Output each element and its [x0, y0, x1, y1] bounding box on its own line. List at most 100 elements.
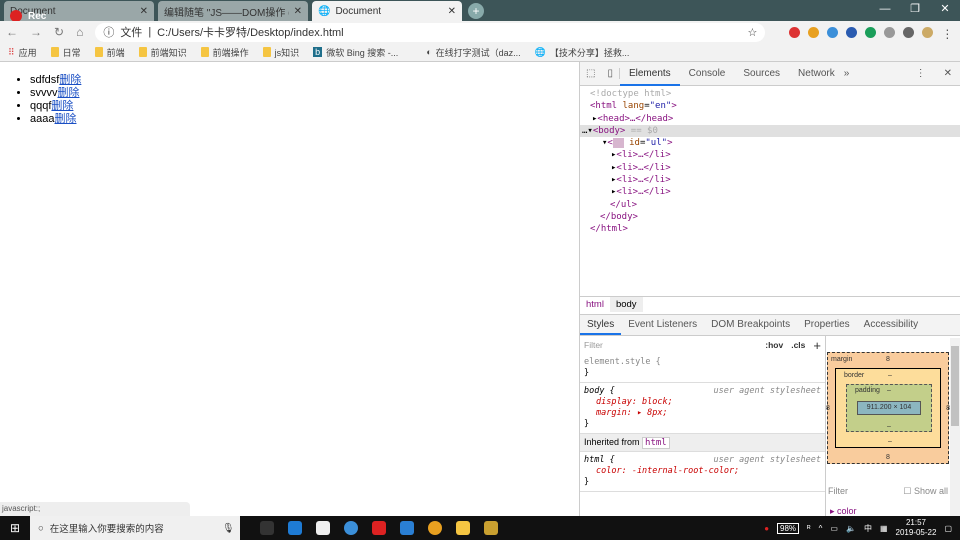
extension-icon[interactable] — [884, 26, 896, 38]
delete-link[interactable]: 删除 — [54, 113, 76, 125]
tab-dom-breakpoints[interactable]: DOM Breakpoints — [704, 315, 797, 335]
task-view-icon[interactable] — [260, 521, 274, 535]
dom-node[interactable]: </ul> — [580, 199, 960, 211]
tab-sources[interactable]: Sources — [734, 62, 789, 86]
bookmark-article[interactable]: 🌐 【技术分享】拯救... — [535, 46, 630, 59]
bookmark-apps[interactable]: ⠿ 应用 — [8, 46, 37, 59]
bookmark-folder[interactable]: 前端知识 — [138, 46, 187, 59]
tab-styles[interactable]: Styles — [580, 315, 622, 335]
edge-icon[interactable] — [288, 521, 302, 535]
tab-elements[interactable]: Elements — [619, 62, 680, 86]
extension-icon[interactable] — [865, 26, 877, 38]
tab-properties[interactable]: Properties — [797, 315, 857, 335]
tab-network[interactable]: Network — [789, 62, 844, 86]
extensions: ⋮ — [789, 26, 953, 41]
taskbar-search[interactable]: ○ 在这里输入你要搜索的内容 🎙 — [30, 516, 240, 540]
avatar[interactable] — [922, 26, 934, 38]
dom-node[interactable]: <html lang="en"> — [580, 100, 960, 112]
close-devtools-icon[interactable]: ✕ — [936, 68, 960, 79]
netease-music-icon[interactable] — [372, 521, 386, 535]
close-tab-icon[interactable]: ✕ — [448, 6, 456, 17]
dom-node[interactable]: ▾<ul id="ul"> — [580, 137, 960, 149]
clock-app-icon[interactable] — [344, 521, 358, 535]
address-bar[interactable]: ⓘ 文件 | C:/Users/卡卡罗特/Desktop/index.html ☆ — [95, 22, 766, 42]
inspect-icon[interactable]: ⬚ — [580, 68, 601, 79]
show-all-checkbox[interactable]: ☐ Show all — [903, 486, 948, 497]
delete-link[interactable]: 删除 — [59, 74, 81, 86]
crumb-body[interactable]: body — [609, 297, 643, 312]
bookmark-typing[interactable]: ◐ 在线打字测试（daz... — [426, 46, 520, 59]
bookmark-folder[interactable]: 前端 — [94, 46, 125, 59]
close-tab-icon[interactable]: ✕ — [140, 6, 148, 17]
menu-icon[interactable]: ⋮ — [941, 27, 953, 41]
bookmark-star-icon[interactable]: ☆ — [747, 26, 757, 39]
extension-icon[interactable] — [827, 26, 839, 38]
css-property[interactable]: margin: ▸ 8px; — [584, 408, 821, 419]
delete-link[interactable]: 删除 — [51, 100, 73, 112]
extension-icon[interactable] — [846, 26, 858, 38]
extension-icon[interactable] — [903, 26, 915, 38]
notification-icon[interactable]: ▢ — [944, 524, 952, 533]
chrome-icon[interactable] — [428, 521, 442, 535]
bookmark-folder[interactable]: 日常 — [50, 46, 81, 59]
hov-button[interactable]: :hov — [765, 340, 783, 350]
computed-filter[interactable]: Filter ☐ Show all — [828, 486, 948, 497]
dom-node[interactable]: ▸<head>…</head> — [580, 113, 960, 125]
reload-icon[interactable]: ↻ — [54, 25, 64, 39]
forward-icon[interactable]: → — [30, 25, 42, 39]
extension-icon[interactable] — [808, 26, 820, 38]
bookmark-folder[interactable]: js知识 — [262, 46, 299, 59]
new-tab-button[interactable]: + — [468, 3, 484, 19]
dom-node[interactable]: </html> — [580, 223, 960, 235]
close-window-button[interactable]: ✕ — [930, 0, 960, 18]
tab-accessibility[interactable]: Accessibility — [857, 315, 925, 335]
device-toggle-icon[interactable]: ▯ — [601, 68, 620, 79]
browser-tab-active[interactable]: 🌐 Document ✕ — [312, 1, 462, 21]
tray-app-icon[interactable]: ● — [764, 524, 769, 533]
bookmark-bing[interactable]: b 微软 Bing 搜索 -... — [313, 46, 398, 59]
ime-indicator[interactable]: 中 — [864, 523, 872, 534]
tab-event-listeners[interactable]: Event Listeners — [621, 315, 704, 335]
delete-link[interactable]: 删除 — [58, 87, 80, 99]
vscode-icon[interactable] — [400, 521, 414, 535]
close-tab-icon[interactable]: ✕ — [294, 6, 302, 17]
devtools-menu-icon[interactable]: ⋮ — [906, 68, 936, 79]
microphone-icon[interactable]: 🎙 — [222, 523, 234, 534]
css-property[interactable]: color: -internal-root-color; — [584, 466, 821, 477]
more-tabs-icon[interactable]: » — [844, 68, 850, 79]
inherited-tag[interactable]: html — [642, 437, 670, 449]
battery-icon[interactable]: 98% — [777, 522, 800, 534]
maximize-button[interactable]: ❐ — [900, 0, 930, 18]
box-content[interactable]: 911.200 × 104 — [857, 401, 921, 415]
dom-node[interactable]: ▸<li>…</li> — [580, 186, 960, 198]
store-icon[interactable] — [316, 521, 330, 535]
scrollbar[interactable] — [950, 338, 960, 516]
network-icon[interactable]: ▭ — [830, 524, 838, 533]
windows-start-icon[interactable]: ⊞ — [10, 521, 20, 535]
home-icon[interactable]: ⌂ — [76, 25, 83, 39]
file-explorer-icon[interactable] — [456, 521, 470, 535]
dom-node[interactable]: <!doctype html> — [580, 88, 960, 100]
back-icon[interactable]: ← — [6, 25, 18, 39]
tab-console[interactable]: Console — [680, 62, 735, 86]
app-icon[interactable] — [484, 521, 498, 535]
keyboard-icon[interactable]: ▦ — [880, 524, 888, 533]
css-property[interactable]: display: block; — [584, 397, 821, 408]
dom-node[interactable]: ▸<li>…</li> — [580, 174, 960, 186]
dom-node-selected[interactable]: …▾<body> == $0 — [580, 124, 960, 138]
dom-node[interactable]: ▸<li>…</li> — [580, 162, 960, 174]
tray-expand-icon[interactable]: ^ — [819, 524, 823, 533]
styles-filter[interactable]: Filter :hov .cls + — [580, 336, 825, 354]
volume-icon[interactable]: 🔈 — [846, 524, 856, 533]
clock[interactable]: 21:57 2019-05-22 — [896, 518, 937, 538]
add-rule-button[interactable]: + — [813, 338, 821, 353]
browser-tab[interactable]: 编辑随笔 "JS——DOM操作 (c ✕ — [158, 1, 308, 21]
dom-node[interactable]: ▸<li>…</li> — [580, 149, 960, 161]
dom-node[interactable]: </body> — [580, 211, 960, 223]
extension-icon[interactable] — [789, 26, 801, 38]
people-icon[interactable]: ᴿ — [807, 524, 811, 533]
bookmark-folder[interactable]: 前端操作 — [200, 46, 249, 59]
crumb-html[interactable]: html — [580, 297, 610, 312]
cls-button[interactable]: .cls — [791, 340, 805, 350]
minimize-button[interactable]: — — [870, 0, 900, 18]
